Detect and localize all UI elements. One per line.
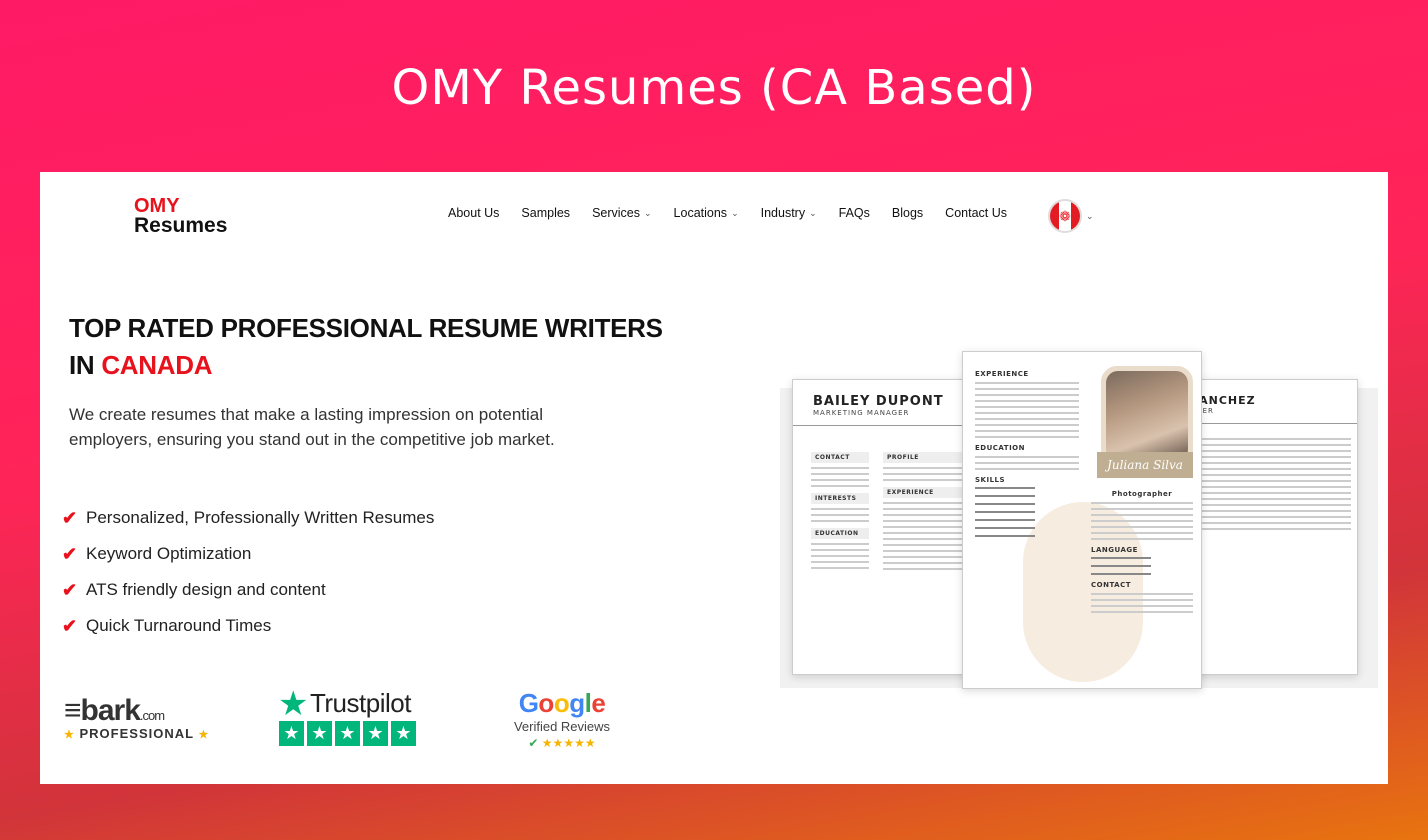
resume-sample-center: Juliana Silva EXPERIENCE EDUCATION SKILL… [962, 351, 1202, 689]
check-icon: ✔ [62, 615, 78, 636]
bark-word: bark [80, 694, 141, 727]
trustpilot-star-icon: ★ [278, 684, 308, 723]
chevron-down-icon: ⌄ [1086, 210, 1094, 221]
canada-flag-icon: ❁ [1048, 199, 1082, 233]
nav-about-us[interactable]: About Us [448, 206, 499, 220]
star-icon: ★ [335, 721, 360, 746]
feature-label: Quick Turnaround Times [86, 616, 272, 635]
trustpilot-rating: ★ ★ ★ ★ ★ [279, 721, 416, 746]
feature-label: Personalized, Professionally Written Res… [86, 508, 435, 527]
resume-name: Juliana Silva [1097, 452, 1193, 478]
bark-suffix: .com [139, 708, 165, 723]
nav-label: Contact Us [945, 206, 1008, 220]
chevron-down-icon: ⌄ [731, 207, 739, 218]
nav-locations[interactable]: Locations ⌄ [674, 206, 739, 220]
feature-label: Keyword Optimization [86, 544, 252, 563]
nav-label: Blogs [891, 206, 924, 220]
google-subtitle: Verified Reviews [513, 719, 611, 734]
hero-title-accent: CANADA [101, 350, 213, 380]
hero-description: We create resumes that make a lasting im… [69, 405, 555, 449]
star-icon: ★ [391, 721, 416, 746]
star-icon: ★ [363, 721, 388, 746]
nav-samples[interactable]: Samples [521, 206, 570, 220]
logo-bottom-text: Resumes [134, 214, 228, 237]
profile-photo [1101, 366, 1193, 466]
nav-faqs[interactable]: FAQs [839, 206, 870, 220]
trustpilot-badge: ★ Trustpilot ★ ★ ★ ★ ★ [278, 684, 416, 746]
chevron-down-icon: ⌄ [809, 207, 817, 218]
nav-label: Locations [673, 206, 728, 220]
bark-professional-badge: ≡bark.com ★ PROFESSIONAL ★ [64, 694, 214, 741]
star-icon: ★ [307, 721, 332, 746]
omy-resumes-logo[interactable]: OMY Resumes [134, 196, 227, 236]
main-nav: About Us Samples Services ⌄ Locations ⌄ In… [448, 206, 1029, 220]
nav-label: Samples [521, 206, 571, 220]
nav-label: FAQs [838, 206, 870, 220]
chevron-down-icon: ⌄ [644, 207, 652, 218]
country-selector[interactable]: ❁ ⌄ [1048, 199, 1094, 233]
google-verified-badge: Google Verified Reviews ✔ ★★★★★ [506, 688, 618, 750]
check-icon: ✔ [62, 543, 78, 564]
feature-label: ATS friendly design and content [86, 580, 326, 599]
check-icon: ✔ [62, 579, 78, 600]
logo-top-text: OMY [134, 195, 180, 217]
nav-services[interactable]: Services ⌄ [592, 206, 651, 220]
trustpilot-name: Trustpilot [309, 688, 411, 718]
website-screenshot: OMY Resumes About Us Samples Services ⌄ L… [40, 172, 1388, 784]
list-item: ✔ Keyword Optimization [62, 536, 434, 572]
nav-label: About Us [448, 206, 500, 220]
page-heading: OMY Resumes (CA Based) [391, 60, 1037, 116]
nav-contact-us[interactable]: Contact Us [945, 206, 1007, 220]
list-item: ✔ ATS friendly design and content [62, 572, 434, 608]
feature-list: ✔ Personalized, Professionally Written Re… [62, 500, 434, 644]
google-rating: ✔ ★★★★★ [528, 736, 596, 750]
star-icon: ★ [279, 721, 304, 746]
bark-icon: ≡ [64, 694, 81, 727]
verified-check-icon: ✔ [528, 736, 539, 750]
google-logo: Google [518, 688, 606, 718]
nav-blogs[interactable]: Blogs [892, 206, 923, 220]
check-icon: ✔ [62, 507, 78, 528]
hero-title: TOP RATED PROFESSIONAL RESUME WRITERS IN… [69, 310, 709, 384]
star-icon: ★ [198, 729, 210, 741]
list-item: ✔ Personalized, Professionally Written Re… [62, 500, 434, 536]
bark-tier: PROFESSIONAL [79, 726, 194, 741]
nav-industry[interactable]: Industry ⌄ [761, 206, 817, 220]
list-item: ✔ Quick Turnaround Times [62, 608, 434, 644]
resume-role: Photographer [1111, 490, 1173, 498]
nav-label: Services [592, 206, 640, 220]
star-icon: ★ [64, 729, 75, 741]
hero-title-in: IN [69, 350, 102, 380]
hero-title-line1: TOP RATED PROFESSIONAL RESUME WRITERS [69, 313, 663, 343]
nav-label: Industry [760, 206, 806, 220]
